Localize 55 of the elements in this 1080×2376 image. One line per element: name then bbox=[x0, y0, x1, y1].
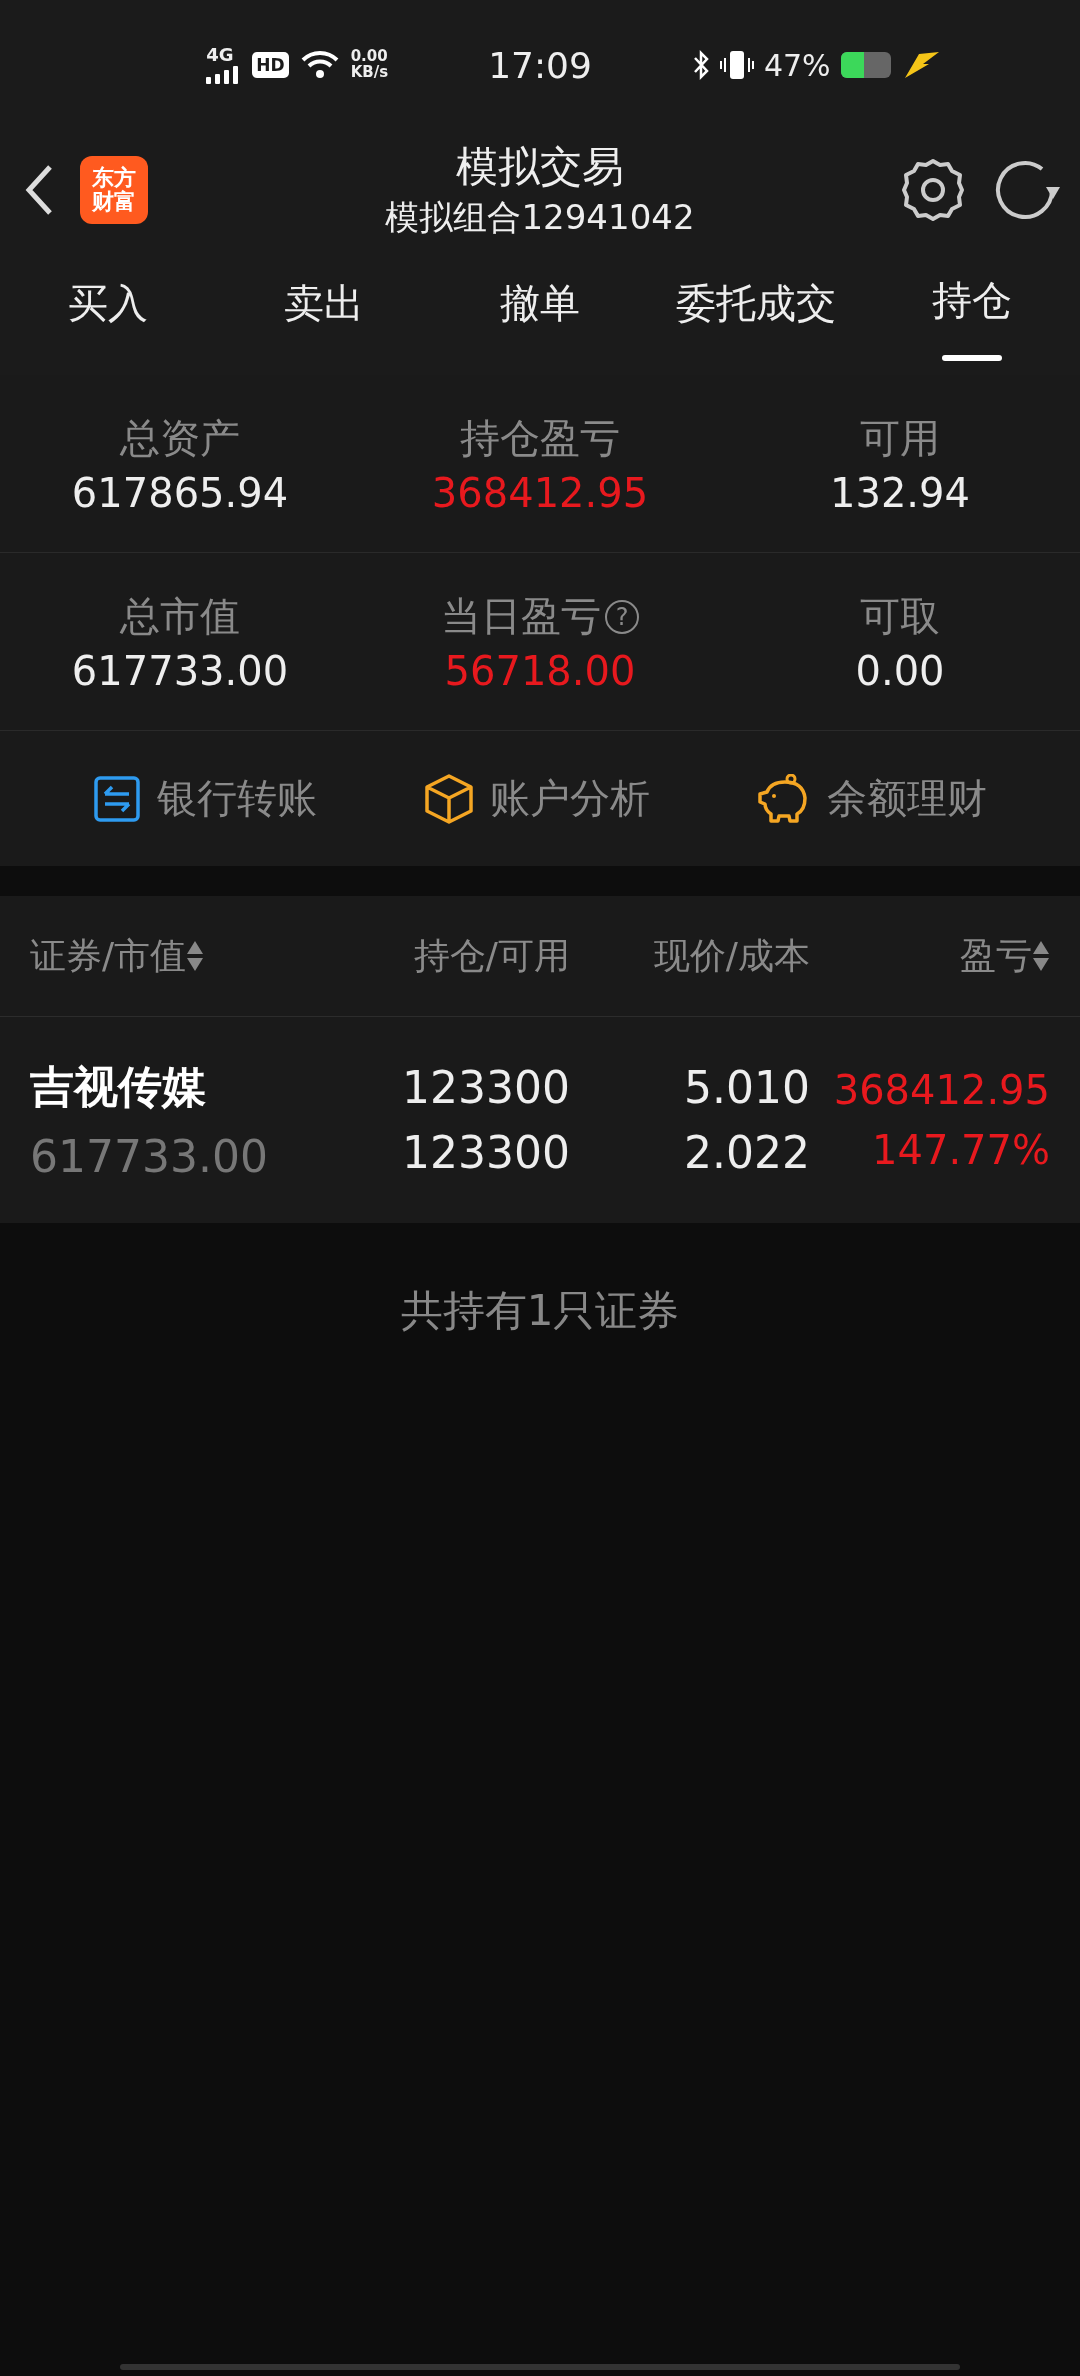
back-icon[interactable] bbox=[24, 164, 54, 216]
tab[interactable]: 持仓 bbox=[864, 250, 1080, 375]
speed-unit: KB/s bbox=[350, 65, 389, 81]
action-link[interactable]: 账户分析 bbox=[490, 771, 650, 826]
bluetooth-icon bbox=[691, 50, 710, 80]
market-value: 617733.00 bbox=[30, 1131, 269, 1182]
wifi-icon bbox=[300, 50, 339, 80]
position-qty: 123300 bbox=[402, 1062, 570, 1113]
help-icon[interactable]: ? bbox=[605, 599, 639, 634]
column-header[interactable]: 盈亏 bbox=[960, 931, 1032, 981]
holding-row[interactable]: 吉视传媒 617733.00 123300 123300 5.010 2.022 368412.95 147.77% bbox=[0, 1017, 1080, 1223]
settings-icon[interactable] bbox=[900, 157, 966, 223]
app-logo: 东方 财富 bbox=[80, 156, 148, 224]
stock-name: 吉视传媒 bbox=[30, 1060, 207, 1114]
stat-value: 617733.00 bbox=[71, 648, 289, 694]
column-header[interactable]: 持仓/可用 bbox=[413, 931, 570, 981]
stat-label: 总市值 bbox=[120, 592, 240, 641]
stat-label: 可取 bbox=[860, 592, 940, 641]
stat-value: 0.00 bbox=[855, 648, 945, 694]
stat-value: 132.94 bbox=[830, 470, 970, 516]
profit-amount: 368412.95 bbox=[833, 1067, 1050, 1113]
stat-label: 可用 bbox=[860, 414, 940, 463]
sort-icon[interactable] bbox=[186, 939, 205, 973]
sort-icon[interactable] bbox=[1032, 939, 1050, 973]
stat-value: 56718.00 bbox=[444, 648, 636, 694]
profit-percent: 147.77% bbox=[872, 1127, 1050, 1173]
available-qty: 123300 bbox=[402, 1127, 570, 1178]
stat-label: 持仓盈亏 bbox=[460, 414, 620, 463]
column-header[interactable]: 证券/市值 bbox=[30, 931, 187, 981]
stat-label: 总资产 bbox=[120, 414, 240, 463]
battery-icon bbox=[840, 52, 891, 78]
tab[interactable]: 卖出 bbox=[216, 250, 432, 375]
column-header[interactable]: 现价/成本 bbox=[653, 931, 810, 981]
transfer-icon[interactable] bbox=[93, 774, 142, 823]
network-label: 4G bbox=[206, 46, 234, 64]
clock: 17:09 bbox=[488, 44, 592, 86]
page-title: 模拟交易 bbox=[456, 141, 624, 193]
hd-badge: HD bbox=[252, 52, 289, 78]
cube-icon[interactable] bbox=[424, 772, 474, 825]
stat-label: 当日盈亏 bbox=[441, 592, 601, 641]
tab[interactable]: 买入 bbox=[0, 250, 216, 375]
action-link[interactable]: 余额理财 bbox=[826, 771, 987, 826]
stat-value: 617865.94 bbox=[71, 470, 289, 516]
tab[interactable]: 委托成交 bbox=[648, 250, 864, 375]
speed-value: 0.00 bbox=[350, 49, 389, 65]
signal-icon bbox=[206, 64, 241, 84]
current-price: 5.010 bbox=[684, 1062, 810, 1113]
battery-percent: 47% bbox=[763, 47, 831, 83]
tab[interactable]: 撤单 bbox=[432, 250, 648, 375]
portfolio-id: 模拟组合12941042 bbox=[385, 196, 695, 239]
cost-price: 2.022 bbox=[684, 1127, 810, 1178]
action-link[interactable]: 银行转账 bbox=[157, 771, 318, 826]
stat-value: 368412.95 bbox=[431, 470, 649, 516]
holding-count: 共持有1只证券 bbox=[400, 1286, 680, 1335]
vibrate-icon bbox=[719, 49, 754, 81]
